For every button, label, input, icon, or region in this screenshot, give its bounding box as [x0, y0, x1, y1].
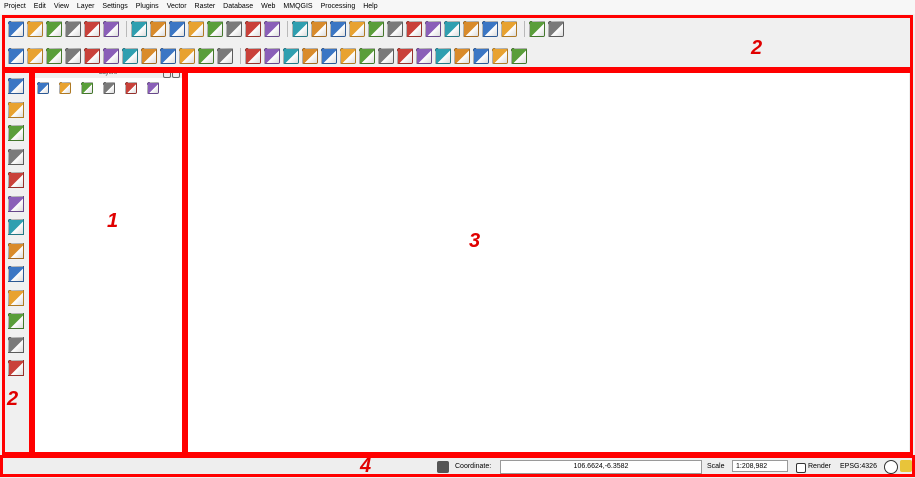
annotation-box-panel [32, 70, 185, 455]
menu-database[interactable]: Database [219, 0, 257, 14]
menu-mmqgis[interactable]: MMQGIS [279, 0, 316, 14]
menu-edit[interactable]: Edit [30, 0, 50, 14]
menu-settings[interactable]: Settings [98, 0, 131, 14]
annotation-number-toolbar-top: 2 [751, 37, 763, 59]
annotation-box-toolbar-top [2, 15, 913, 70]
menu-help[interactable]: Help [359, 0, 381, 14]
menu-web[interactable]: Web [257, 0, 279, 14]
annotation-number-canvas: 3 [469, 230, 481, 252]
menu-bar: Project Edit View Layer Settings Plugins Vecto… [0, 0, 915, 14]
menu-view[interactable]: View [50, 0, 73, 14]
menu-plugins[interactable]: Plugins [132, 0, 163, 14]
annotation-number-panel: 1 [107, 210, 119, 232]
menu-project[interactable]: Project [0, 0, 30, 14]
menu-processing[interactable]: Processing [317, 0, 360, 14]
annotation-box-status [0, 455, 915, 477]
annotation-number-status: 4 [360, 455, 372, 477]
menu-vector[interactable]: Vector [163, 0, 191, 14]
annotation-box-canvas [185, 70, 913, 455]
menu-layer[interactable]: Layer [73, 0, 99, 14]
menu-raster[interactable]: Raster [191, 0, 220, 14]
annotation-number-toolbar-left: 2 [7, 388, 19, 410]
